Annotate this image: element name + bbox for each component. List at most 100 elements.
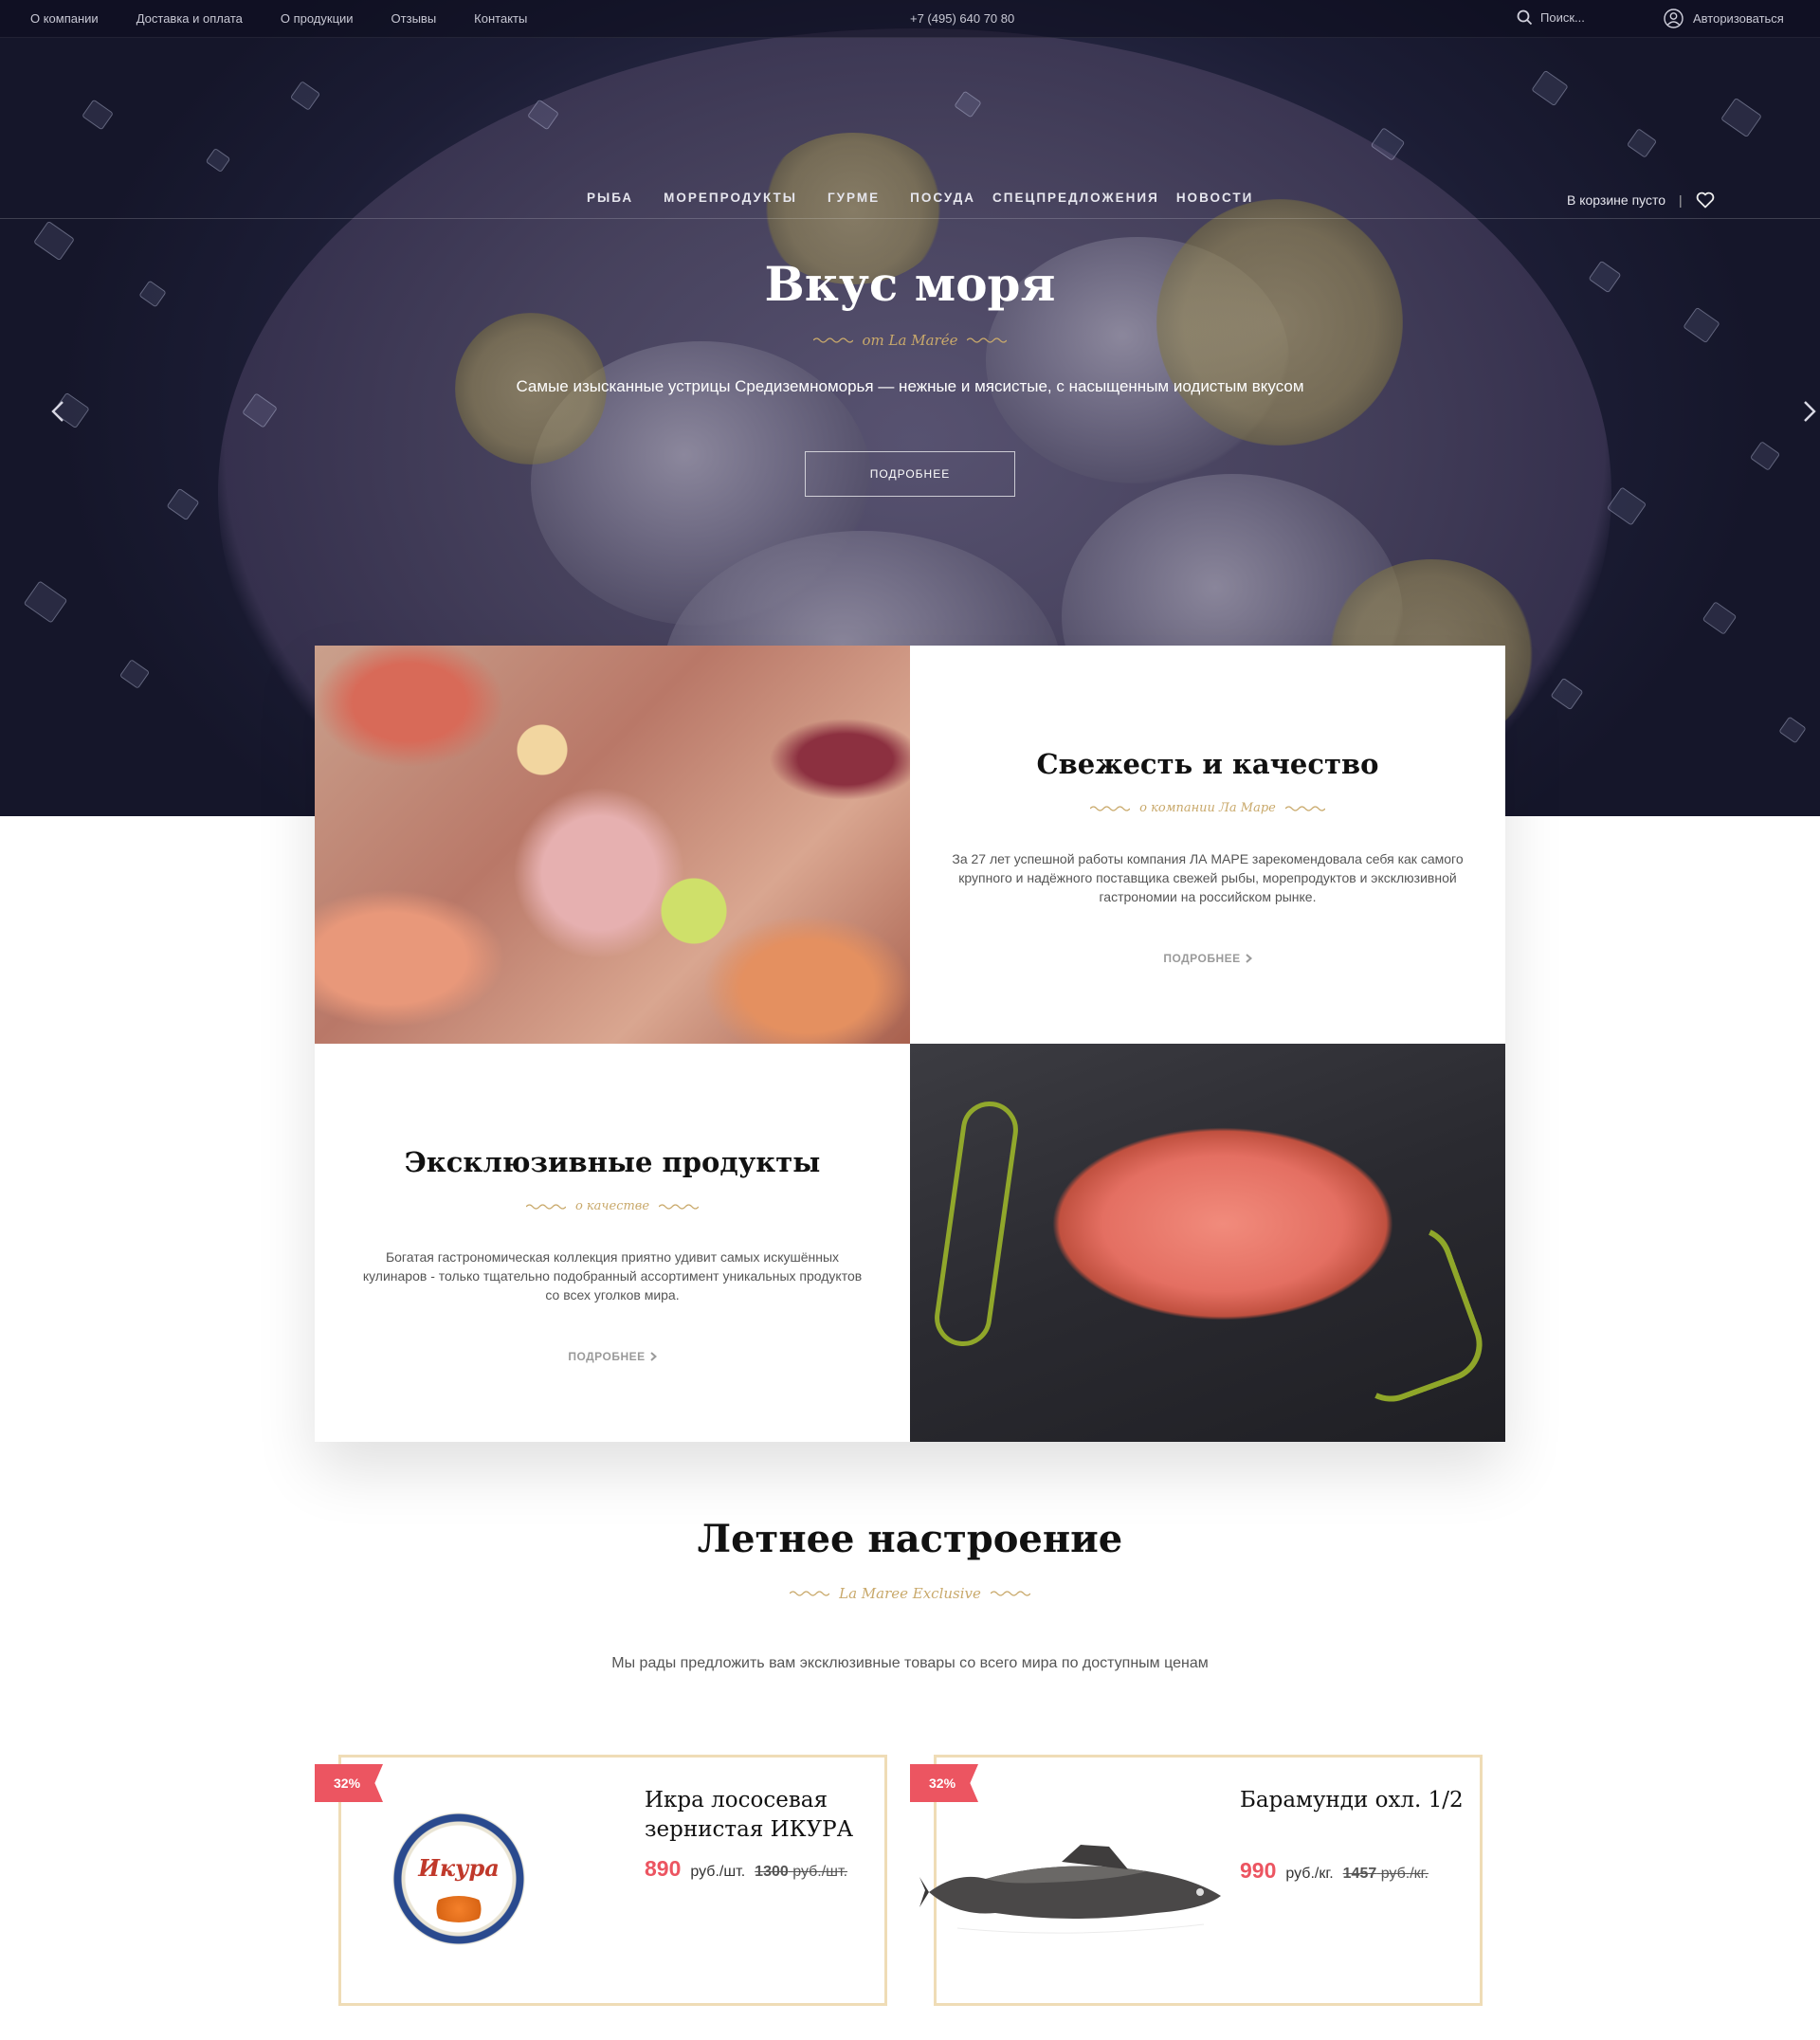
feature-more-label[interactable]: ПОДРОБНЕЕ bbox=[1163, 952, 1240, 965]
hero-subtitle: от La Marée bbox=[0, 332, 1820, 349]
ice-crystal bbox=[82, 99, 114, 131]
wave-ornament-icon bbox=[967, 337, 1008, 343]
wave-ornament-icon bbox=[812, 337, 853, 343]
menu-item-specials[interactable]: СПЕЦПРЕДЛОЖЕНИЯ bbox=[992, 191, 1159, 205]
menu-item-news[interactable]: НОВОСТИ bbox=[1176, 191, 1254, 205]
feature-more-label[interactable]: ПОДРОБНЕЕ bbox=[568, 1350, 645, 1363]
price-old: 1300 руб./шт. bbox=[755, 1864, 847, 1881]
search-icon[interactable] bbox=[1517, 9, 1533, 26]
feature-title: Свежесть и качество bbox=[1036, 748, 1379, 780]
wave-ornament-icon bbox=[659, 1203, 700, 1210]
menu-item-gourmet[interactable]: ГУРМЕ bbox=[828, 191, 880, 205]
section-subtitle: La Maree Exclusive bbox=[0, 1585, 1820, 1602]
product-card[interactable]: Икура Икра лососевая зернистая ИКУРА 890… bbox=[338, 1755, 887, 2006]
discount-badge: 32% bbox=[910, 1764, 978, 1802]
feature-text: Богатая гастрономическая коллекция прият… bbox=[362, 1249, 863, 1302]
caviar-jar-label: Икура bbox=[418, 1854, 500, 1882]
top-nav-reviews[interactable]: Отзывы bbox=[391, 11, 437, 26]
top-utility-bar: О компании Доставка и оплата О продукции… bbox=[0, 0, 1820, 38]
category-menu: РЫБА МОРЕПРОДУКТЫ ГУРМЕ ПОСУДА СПЕЦПРЕДЛ… bbox=[587, 191, 1283, 205]
feature-title: Эксклюзивные продукты bbox=[404, 1146, 821, 1178]
main-nav: РЫБА МОРЕПРОДУКТЫ ГУРМЕ ПОСУДА СПЕЦПРЕДЛ… bbox=[0, 181, 1820, 219]
ice-crystal bbox=[23, 580, 68, 624]
heart-icon[interactable] bbox=[1696, 191, 1715, 209]
top-nav-delivery[interactable]: Доставка и оплата bbox=[136, 11, 243, 26]
price-unit: руб./кг. bbox=[1285, 1866, 1334, 1882]
wave-ornament-icon bbox=[1090, 805, 1131, 811]
price-old-unit: руб./кг. bbox=[1380, 1866, 1429, 1882]
ice-crystal bbox=[289, 81, 321, 111]
feature-subtitle-text: о компании Ла Маре bbox=[1139, 801, 1276, 815]
discount-badge: 32% bbox=[315, 1764, 383, 1802]
price-old-value: 1300 bbox=[755, 1864, 789, 1880]
top-nav-contacts[interactable]: Контакты bbox=[474, 11, 527, 26]
cart-area: В корзине пусто | bbox=[1567, 191, 1715, 209]
feature-grid: Свежесть и качество о компании Ла Маре З… bbox=[315, 646, 1505, 1442]
chevron-left-icon[interactable] bbox=[46, 398, 72, 425]
menu-item-fish[interactable]: РЫБА bbox=[587, 191, 633, 205]
menu-item-seafood[interactable]: МОРЕПРОДУКТЫ bbox=[664, 191, 797, 205]
feature-subtitle: о компании Ла Маре bbox=[910, 801, 1505, 815]
hero-title: Вкус моря bbox=[764, 256, 1056, 312]
ice-crystal bbox=[33, 220, 75, 262]
product-price: 890 руб./шт. 1300 руб./шт. bbox=[645, 1856, 847, 1882]
product-image-caviar[interactable]: Икура bbox=[392, 1812, 525, 1945]
login-label[interactable]: Авторизоваться bbox=[1693, 11, 1784, 26]
top-nav-products[interactable]: О продукции bbox=[281, 11, 354, 26]
section-subtitle-text: La Maree Exclusive bbox=[839, 1585, 981, 1602]
product-name[interactable]: Барамунди охл. 1/2 bbox=[1240, 1786, 1467, 1815]
feature-freshness: Свежесть и качество о компании Ла Маре З… bbox=[910, 646, 1505, 1044]
chevron-right-small-icon[interactable] bbox=[1245, 954, 1252, 963]
search-placeholder[interactable]: Поиск... bbox=[1540, 10, 1585, 25]
product-price: 990 руб./кг. 1457 руб./кг. bbox=[1240, 1858, 1429, 1884]
sauce-drizzle bbox=[931, 1098, 1022, 1350]
wave-ornament-icon bbox=[525, 1203, 566, 1210]
section-description: Мы рады предложить вам эксклюзивные това… bbox=[611, 1655, 1209, 1671]
price-current: 890 bbox=[645, 1856, 682, 1881]
feature-more-link[interactable]: ПОДРОБНЕЕ bbox=[568, 1350, 657, 1363]
price-current: 990 bbox=[1240, 1858, 1277, 1883]
section-title: Летнее настроение bbox=[697, 1517, 1123, 1561]
ice-crystal bbox=[1626, 128, 1658, 158]
feature-subtitle: о качестве bbox=[315, 1199, 910, 1213]
top-nav-about[interactable]: О компании bbox=[30, 11, 99, 26]
product-card[interactable]: Барамунди охл. 1/2 990 руб./кг. 1457 руб… bbox=[919, 1755, 1483, 2006]
wave-ornament-icon bbox=[1284, 805, 1325, 811]
hero-more-button[interactable]: ПОДРОБНЕЕ bbox=[805, 451, 1015, 497]
menu-item-dishes[interactable]: ПОСУДА bbox=[910, 191, 975, 205]
caviar-eggs bbox=[430, 1896, 487, 1922]
ice-crystal bbox=[1606, 486, 1647, 526]
ice-crystal bbox=[1702, 601, 1738, 635]
tuna-tartare-image bbox=[910, 1044, 1505, 1442]
ice-crystal bbox=[1778, 716, 1807, 744]
user-icon[interactable] bbox=[1664, 9, 1684, 28]
ice-crystal bbox=[1720, 97, 1762, 138]
product-name[interactable]: Икра лососевая зернистая ИКУРА bbox=[645, 1786, 872, 1845]
ice-crystal bbox=[1531, 69, 1569, 107]
hero-lemon bbox=[1156, 199, 1403, 446]
chevron-right-small-icon[interactable] bbox=[649, 1352, 657, 1361]
ice-crystal bbox=[118, 659, 151, 689]
price-old-value: 1457 bbox=[1342, 1866, 1377, 1882]
feature-text: За 27 лет успешной работы компания ЛА МА… bbox=[952, 851, 1464, 904]
ice-crystal bbox=[166, 487, 200, 521]
feature-subtitle-text: о качестве bbox=[574, 1199, 650, 1213]
search-box[interactable]: Поиск... bbox=[1517, 9, 1585, 26]
cart-status[interactable]: В корзине пусто bbox=[1567, 192, 1665, 208]
feature-more-link[interactable]: ПОДРОБНЕЕ bbox=[1163, 952, 1252, 965]
ice-crystal bbox=[1749, 441, 1781, 471]
top-nav: О компании Доставка и оплата О продукции… bbox=[30, 11, 527, 26]
product-image-barramundi[interactable] bbox=[919, 1833, 1242, 1947]
hero-subtitle-text: от La Marée bbox=[862, 332, 958, 349]
cart-separator: | bbox=[1679, 192, 1683, 208]
wave-ornament-icon bbox=[790, 1591, 830, 1596]
price-old-unit: руб./шт. bbox=[792, 1864, 848, 1880]
wave-ornament-icon bbox=[990, 1591, 1030, 1596]
login-link[interactable]: Авторизоваться bbox=[1664, 9, 1784, 28]
price-unit: руб./шт. bbox=[690, 1864, 746, 1880]
chevron-right-icon[interactable] bbox=[1795, 398, 1820, 425]
sauce-drizzle bbox=[1313, 1215, 1493, 1412]
price-old: 1457 руб./кг. bbox=[1343, 1866, 1429, 1883]
seafood-platter-image bbox=[315, 646, 910, 1044]
phone-number[interactable]: +7 (495) 640 70 80 bbox=[910, 11, 1014, 26]
